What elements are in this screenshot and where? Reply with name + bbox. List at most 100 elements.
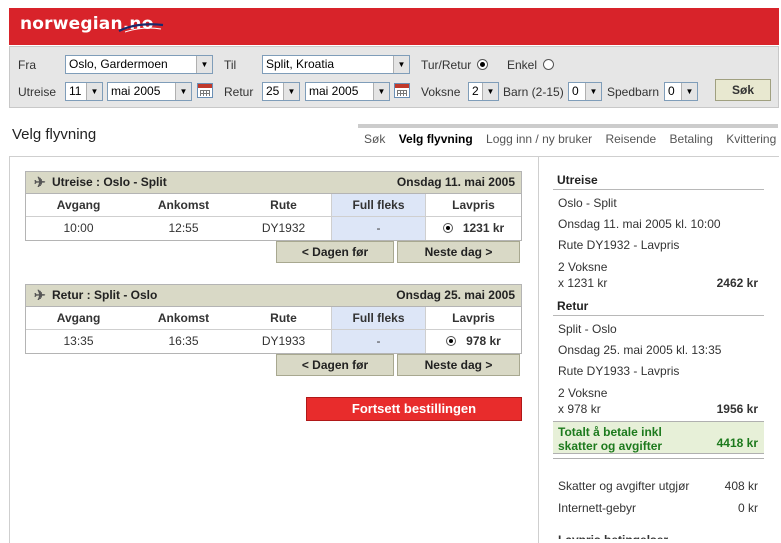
table-header-row: Avgang Ankomst Rute Full fleks Lavpris <box>26 194 521 217</box>
outbound-date: Onsdag 11. mai 2005 <box>396 175 515 189</box>
page-title: Velg flyvning <box>12 126 97 143</box>
summary-outbound-route: Oslo - Split <box>558 196 617 210</box>
roundtrip-radio[interactable] <box>477 59 488 70</box>
roundtrip-label: Tur/Retur <box>421 58 472 72</box>
outbound-header: ✈ Utreise : Oslo - Split Onsdag 11. mai … <box>26 172 521 194</box>
column-header: Ankomst <box>157 311 210 325</box>
search-button[interactable]: Søk <box>715 79 771 101</box>
fee-amount: 0 kr <box>737 501 758 515</box>
chevron-down-icon: ▼ <box>681 83 697 100</box>
outbound-flight-table: ✈ Utreise : Oslo - Split Onsdag 11. mai … <box>25 171 522 241</box>
summary-return-time: Onsdag 25. mai 2005 kl. 13:35 <box>558 343 722 357</box>
infants-select[interactable]: 0 ▼ <box>664 82 698 101</box>
step-receipt: Kvittering <box>726 132 777 146</box>
outbound-next-day-button[interactable]: Neste dag > <box>397 241 520 263</box>
search-panel: Fra Oslo, Gardermoen ▼ Til Split, Kroati… <box>9 46 779 108</box>
summary-outbound-title: Utreise <box>553 168 764 190</box>
column-header: Ankomst <box>157 198 210 212</box>
children-select[interactable]: 0 ▼ <box>568 82 602 101</box>
continue-booking-button[interactable]: Fortsett bestillingen <box>306 397 522 421</box>
outbound-previous-day-button[interactable]: < Dagen før <box>276 241 394 263</box>
step-select-flight: Velg flyvning <box>398 132 473 146</box>
column-header: Avgang <box>56 198 101 212</box>
arrival-time: 12:55 <box>168 221 199 235</box>
adults-label: Voksne <box>421 85 461 99</box>
step-payment: Betaling <box>669 132 713 146</box>
column-header: Lavpris <box>452 311 495 325</box>
summary-outbound-total: 2462 kr <box>716 276 758 290</box>
summary-return-unit-price: x 978 kr <box>558 402 601 416</box>
return-month-value: mai 2005 <box>309 84 359 98</box>
children-label: Barn (2-15) <box>503 85 564 99</box>
return-day-value: 25 <box>266 84 280 98</box>
tax-amount: 408 kr <box>724 479 758 493</box>
low-price-option[interactable]: 978 kr <box>426 330 521 353</box>
full-flex-price: - <box>331 330 426 353</box>
outbound-month-select[interactable]: mai 2005 ▼ <box>107 82 192 101</box>
step-travellers: Reisende <box>605 132 657 146</box>
summary-outbound-unit-price: x 1231 kr <box>558 276 608 290</box>
conditions-heading: Lavpris betingelser <box>553 533 764 539</box>
column-header: Avgang <box>56 311 101 325</box>
to-select[interactable]: Split, Kroatia ▼ <box>262 55 410 74</box>
summary-return-flight: Rute DY1933 - Lavpris <box>558 364 680 378</box>
airplane-icon: ✈ <box>34 174 46 190</box>
infants-value: 0 <box>668 84 675 98</box>
departure-time: 10:00 <box>63 221 94 235</box>
step-search[interactable]: Søk <box>364 132 385 146</box>
arrival-time: 16:35 <box>168 334 199 348</box>
table-row: 10:00 12:55 DY1932 - 1231 kr <box>26 217 521 240</box>
return-flight-table: ✈ Retur : Split - Oslo Onsdag 25. mai 20… <box>25 284 522 354</box>
return-date-label: Retur <box>224 85 254 99</box>
table-row: 13:35 16:35 DY1933 - 978 kr <box>26 330 521 353</box>
summary-outbound-flight: Rute DY1932 - Lavpris <box>558 238 680 252</box>
chevron-down-icon: ▼ <box>393 56 409 73</box>
flight-number: DY1932 <box>261 221 306 235</box>
steps-progress-bar <box>358 124 778 128</box>
return-month-select[interactable]: mai 2005 ▼ <box>305 82 390 101</box>
booking-summary: Utreise Oslo - Split Onsdag 11. mai 2005… <box>553 168 764 539</box>
chevron-down-icon: ▼ <box>283 83 299 100</box>
outbound-route: Utreise : Oslo - Split <box>52 175 167 189</box>
outbound-day-select[interactable]: 11 ▼ <box>65 82 103 101</box>
to-value: Split, Kroatia <box>266 57 335 71</box>
chevron-down-icon: ▼ <box>196 56 212 73</box>
summary-return-price: x 978 kr 1956 kr <box>553 401 764 417</box>
chevron-down-icon: ▼ <box>86 83 102 100</box>
low-price: 1231 kr <box>462 221 505 235</box>
booking-steps: Søk Velg flyvning Logg inn / ny bruker R… <box>364 132 781 146</box>
return-next-day-button[interactable]: Neste dag > <box>397 354 520 376</box>
logo-swoosh-icon <box>118 23 164 33</box>
from-select[interactable]: Oslo, Gardermoen ▼ <box>65 55 213 74</box>
airplane-icon: ✈ <box>34 287 46 303</box>
return-route: Retur : Split - Oslo <box>52 288 158 302</box>
low-price-option[interactable]: 1231 kr <box>426 217 521 240</box>
adults-select[interactable]: 2 ▼ <box>468 82 499 101</box>
chevron-down-icon: ▼ <box>175 83 191 100</box>
step-login: Logg inn / ny bruker <box>486 132 593 146</box>
from-label: Fra <box>18 58 36 72</box>
tax-label: Skatter og avgifter utgjør <box>558 479 690 493</box>
calendar-icon[interactable] <box>197 83 213 98</box>
content-left-border <box>9 157 10 543</box>
return-header: ✈ Retur : Split - Oslo Onsdag 25. mai 20… <box>26 285 521 307</box>
low-price-radio[interactable] <box>446 336 457 346</box>
departure-time: 13:35 <box>63 334 94 348</box>
total-amount: 4418 kr <box>716 436 758 450</box>
oneway-radio[interactable] <box>543 59 554 70</box>
summary-outbound-time: Onsdag 11. mai 2005 kl. 10:00 <box>558 217 721 231</box>
summary-fee-row: Internett-gebyr 0 kr <box>553 497 764 519</box>
chevron-down-icon: ▼ <box>482 83 498 100</box>
oneway-label: Enkel <box>507 58 538 72</box>
low-price: 978 kr <box>466 334 501 348</box>
outbound-day-value: 11 <box>69 84 82 98</box>
return-day-select[interactable]: 25 ▼ <box>262 82 300 101</box>
chevron-down-icon: ▼ <box>373 83 389 100</box>
summary-tax-row: Skatter og avgifter utgjør 408 kr <box>553 475 764 497</box>
calendar-icon[interactable] <box>394 83 410 98</box>
column-header: Rute <box>270 198 297 212</box>
flight-number: DY1933 <box>261 334 306 348</box>
low-price-radio[interactable] <box>442 223 453 233</box>
return-previous-day-button[interactable]: < Dagen før <box>276 354 394 376</box>
summary-outbound-price: x 1231 kr 2462 kr <box>553 275 764 291</box>
